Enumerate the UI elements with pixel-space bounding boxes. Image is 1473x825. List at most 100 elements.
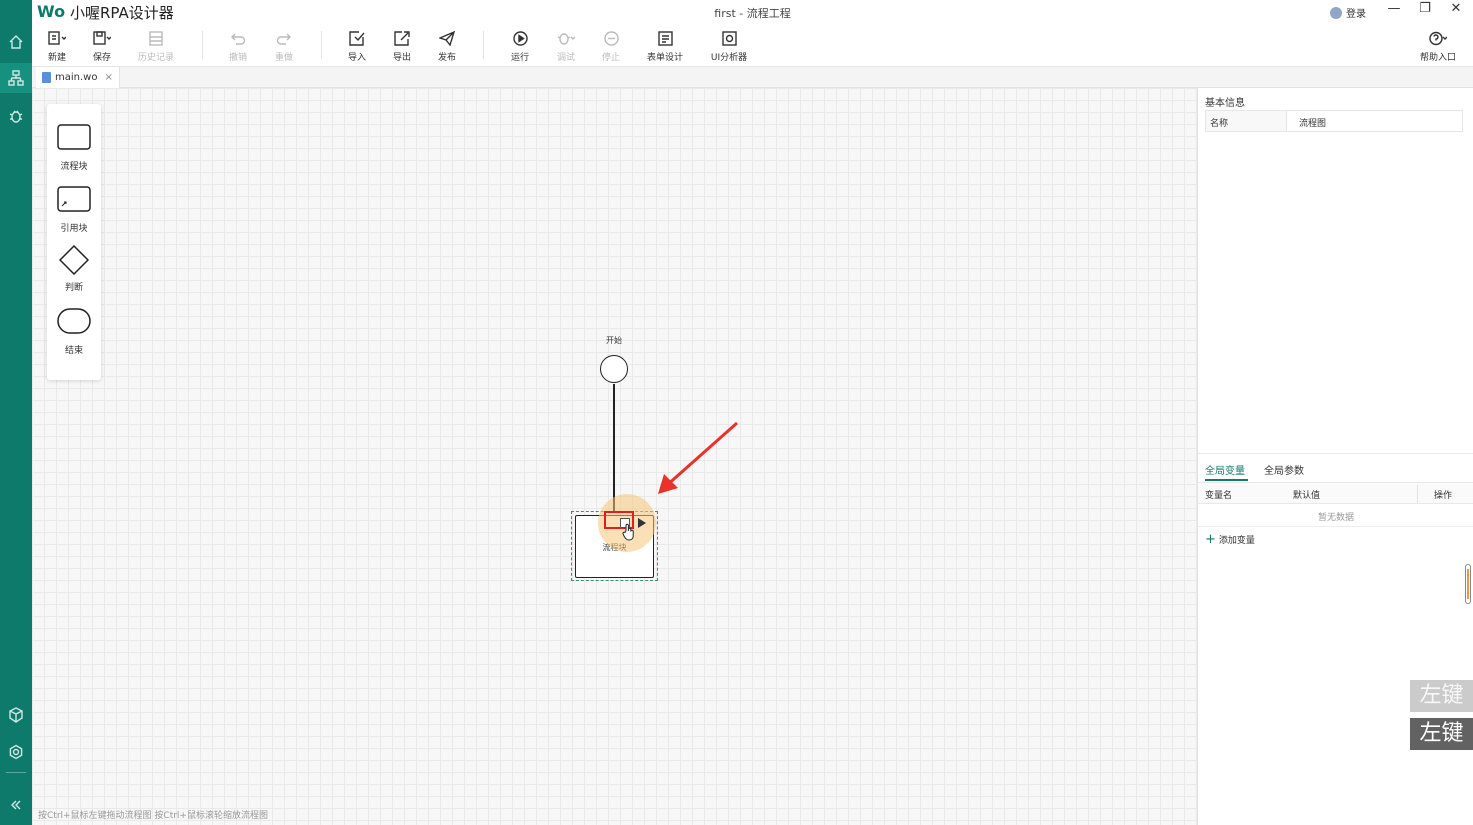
palette-item-decision[interactable]: 判断 xyxy=(47,244,101,293)
key-overlay-current: 左键 xyxy=(1410,718,1473,750)
play-icon[interactable] xyxy=(638,518,646,528)
palette-label: 结束 xyxy=(64,346,83,356)
save-label: 保存 xyxy=(92,53,111,63)
debug-button[interactable]: 调试 xyxy=(544,30,588,63)
file-icon xyxy=(42,72,51,83)
login-button[interactable]: 登录 xyxy=(1330,5,1366,20)
ui-analyzer-icon xyxy=(707,30,751,47)
save-icon xyxy=(80,30,124,47)
ui-analyzer-label: UI分析器 xyxy=(710,53,748,63)
new-file-icon xyxy=(35,30,79,47)
tab-main-wo[interactable]: main.wo × xyxy=(36,67,120,88)
palette-label: 引用块 xyxy=(60,224,88,234)
title-bar: Wo 小喔RPA设计器 first - 流程工程 登录 — ❐ ✕ xyxy=(32,0,1473,22)
properties-panel: 基本信息 名称 流程图 全局变量 全局参数 变量名 默认值 操作 暂无数据 + … xyxy=(1197,88,1473,825)
settings-icon[interactable] xyxy=(0,737,32,767)
bug-icon[interactable] xyxy=(0,101,32,131)
tab-global-params[interactable]: 全局参数 xyxy=(1264,462,1304,477)
publish-button[interactable]: 发布 xyxy=(425,30,469,63)
export-icon xyxy=(380,30,424,47)
undo-button[interactable]: 撤销 xyxy=(216,30,260,63)
flow-icon[interactable] xyxy=(0,63,32,93)
col-var-name: 变量名 xyxy=(1205,491,1233,501)
help-icon xyxy=(1416,30,1460,47)
palette-item-flow-block[interactable]: 流程块 xyxy=(47,124,101,172)
export-button[interactable]: 导出 xyxy=(380,30,424,63)
window-title: first - 流程工程 xyxy=(714,7,791,20)
key-overlay-previous: 左键 xyxy=(1410,680,1473,712)
column-divider xyxy=(1417,485,1418,503)
reference-shape-icon xyxy=(57,186,91,212)
minimize-button[interactable]: — xyxy=(1384,1,1404,19)
plus-icon: + xyxy=(1205,532,1216,547)
rectangle-shape-icon xyxy=(57,124,91,150)
restore-button[interactable]: ❐ xyxy=(1415,1,1435,19)
undo-icon xyxy=(216,30,260,47)
history-button[interactable]: 历史记录 xyxy=(134,30,178,63)
add-variable-label: 添加变量 xyxy=(1218,536,1255,546)
variables-table-header: 变量名 默认值 操作 xyxy=(1198,482,1473,504)
home-icon[interactable] xyxy=(0,27,32,57)
name-value-field[interactable]: 流程图 xyxy=(1287,111,1462,131)
toolbar-divider xyxy=(483,31,484,59)
left-rail xyxy=(0,0,32,825)
rounded-end-shape-icon xyxy=(57,308,91,334)
redo-label: 重做 xyxy=(274,53,293,63)
hand-cursor-icon xyxy=(622,523,634,541)
tab-global-variables[interactable]: 全局变量 xyxy=(1205,462,1245,477)
stop-label: 停止 xyxy=(601,53,620,63)
scrollbar[interactable] xyxy=(1465,564,1471,604)
tab-close-icon[interactable]: × xyxy=(104,72,112,83)
form-design-button[interactable]: 表单设计 xyxy=(643,30,687,63)
login-label: 登录 xyxy=(1346,9,1366,20)
tab-label: main.wo xyxy=(55,72,98,83)
stop-button[interactable]: 停止 xyxy=(589,30,633,63)
stop-icon xyxy=(589,30,633,47)
new-label: 新建 xyxy=(47,53,66,63)
new-button[interactable]: 新建 xyxy=(35,30,79,63)
package-icon[interactable] xyxy=(0,700,32,730)
editor-tab-strip: main.wo × xyxy=(32,67,1473,88)
start-node[interactable] xyxy=(600,355,628,383)
palette-item-end[interactable]: 结束 xyxy=(47,308,101,356)
annotation-arrow-icon xyxy=(658,421,738,494)
run-button[interactable]: 运行 xyxy=(498,30,542,63)
close-button[interactable]: ✕ xyxy=(1446,1,1466,19)
undo-label: 撤销 xyxy=(228,53,247,63)
palette-label: 流程块 xyxy=(60,162,88,172)
redo-icon xyxy=(262,30,306,47)
redo-button[interactable]: 重做 xyxy=(262,30,306,63)
form-icon xyxy=(643,30,687,47)
rail-divider xyxy=(6,772,26,773)
debug-label: 调试 xyxy=(556,53,575,63)
send-icon xyxy=(425,30,469,47)
import-icon xyxy=(335,30,379,47)
ui-analyzer-button[interactable]: UI分析器 xyxy=(707,30,751,63)
canvas-hint: 按Ctrl+鼠标左键拖动流程图 按Ctrl+鼠标滚轮缩放流程图 xyxy=(38,811,268,821)
avatar-icon xyxy=(1330,6,1342,19)
history-label: 历史记录 xyxy=(137,53,174,63)
flow-canvas[interactable]: 流程块 引用块 判断 结束 开始 流程块 xyxy=(32,88,1197,825)
col-default: 默认值 xyxy=(1293,491,1321,501)
palette-item-reference-block[interactable]: 引用块 xyxy=(47,186,101,234)
node-palette: 流程块 引用块 判断 结束 xyxy=(47,104,101,380)
export-label: 导出 xyxy=(392,53,411,63)
add-variable-button[interactable]: + 添加变量 xyxy=(1205,532,1255,547)
publish-label: 发布 xyxy=(437,53,456,63)
active-tab-underline xyxy=(1205,479,1248,481)
import-label: 导入 xyxy=(347,53,366,63)
panel-divider xyxy=(1198,453,1473,454)
run-label: 运行 xyxy=(510,53,529,63)
name-key: 名称 xyxy=(1206,111,1287,131)
save-button[interactable]: 保存 xyxy=(80,30,124,63)
toolbar: 新建 保存 历史记录 撤销 重做 导入 导出 发布 运行 调试 停止 表单设计 … xyxy=(32,22,1473,67)
collapse-icon[interactable] xyxy=(0,790,32,820)
rpa-designer-window: Wo 小喔RPA设计器 first - 流程工程 登录 — ❐ ✕ 新建 保存 … xyxy=(0,0,1473,825)
col-action: 操作 xyxy=(1434,491,1453,501)
import-button[interactable]: 导入 xyxy=(335,30,379,63)
help-button[interactable]: 帮助入口 xyxy=(1416,30,1460,63)
palette-label: 判断 xyxy=(64,283,83,293)
empty-state: 暂无数据 xyxy=(1317,513,1354,523)
name-property-row: 名称 流程图 xyxy=(1205,110,1463,132)
flow-edge[interactable] xyxy=(613,384,615,512)
